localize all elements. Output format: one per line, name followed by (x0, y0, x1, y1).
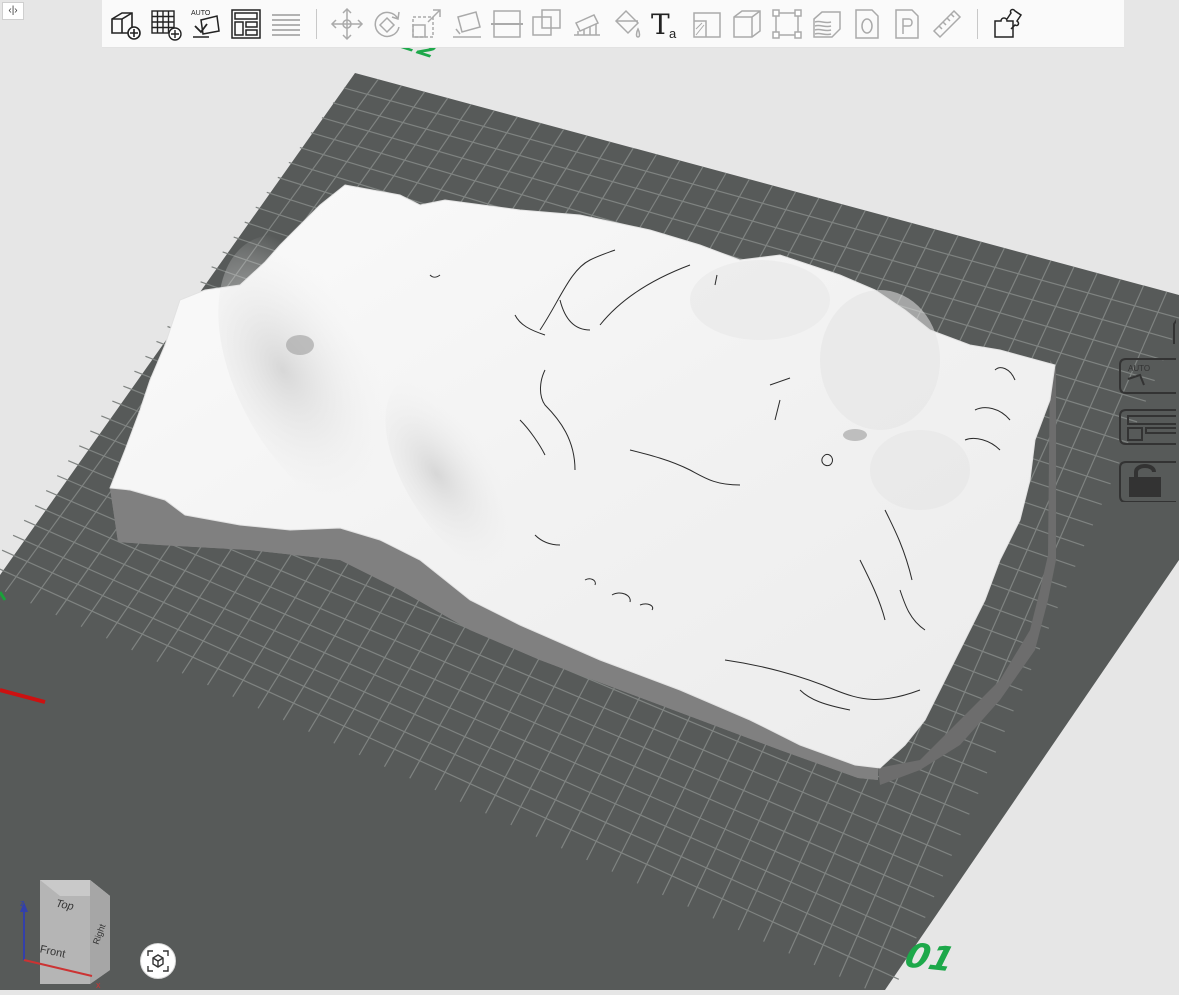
svg-text:AUTO: AUTO (1128, 364, 1150, 373)
side-toolbar: AUTO (1108, 310, 1179, 520)
assembly-button[interactable] (988, 2, 1028, 46)
scale-button[interactable] (407, 2, 447, 46)
side-layout-icon (1119, 409, 1179, 445)
fit-view-button[interactable] (140, 943, 176, 979)
side-layout-button[interactable] (1116, 406, 1179, 448)
plate-p-button[interactable] (887, 2, 927, 46)
svg-text:T: T (651, 8, 670, 41)
plate-layers-button[interactable] (266, 2, 306, 46)
support-paint-button[interactable] (567, 2, 607, 46)
support-paint-icon (574, 13, 600, 36)
move-button[interactable] (327, 2, 367, 46)
emboss-icon (693, 11, 721, 38)
x-axis-label: x (96, 980, 101, 990)
fit-view-icon (147, 950, 169, 972)
bounding-box-button[interactable] (767, 2, 807, 46)
3d-viewport[interactable]: 12 01 (0, 0, 1179, 990)
svg-text:AUTO: AUTO (191, 10, 211, 17)
paint-bucket-icon (614, 9, 641, 38)
side-auto-arrange-icon: AUTO (1119, 358, 1179, 394)
arrange-layout-button[interactable] (226, 2, 266, 46)
text-icon: T a (651, 8, 677, 41)
puzzle-icon (994, 8, 1023, 38)
lock-icon (1119, 461, 1179, 503)
add-plate-icon (151, 9, 182, 41)
cut-button[interactable] (487, 2, 527, 46)
bounding-box-icon (772, 8, 802, 39)
scale-icon (412, 8, 441, 38)
add-plate-button[interactable] (146, 2, 186, 46)
side-cube-icon (1173, 317, 1179, 344)
rotate-icon (374, 11, 400, 37)
measure-button[interactable] (927, 2, 967, 46)
plate-o-icon (855, 8, 879, 39)
plate-p-icon (895, 8, 919, 39)
plate-o-button[interactable] (847, 2, 887, 46)
fill-layers-button[interactable] (807, 2, 847, 46)
side-lock-button[interactable] (1116, 460, 1179, 503)
build-plate-scene (0, 73, 1179, 990)
move-icon (330, 7, 364, 40)
auto-arrange-button[interactable]: AUTO (186, 2, 226, 46)
cut-icon (491, 9, 523, 38)
svg-text:a: a (669, 26, 677, 41)
side-auto-arrange-button[interactable]: AUTO (1116, 355, 1179, 397)
add-cube-icon (111, 11, 141, 40)
toolbar-separator (977, 8, 978, 39)
cube-primitive-button[interactable] (727, 2, 767, 46)
boolean-button[interactable] (527, 2, 567, 46)
view-cube[interactable]: Top Front Right z x (18, 872, 118, 990)
emboss-button[interactable] (687, 2, 727, 46)
lay-flat-icon (453, 10, 481, 38)
lay-flat-button[interactable] (447, 2, 487, 46)
rotate-button[interactable] (367, 2, 407, 46)
ruler-icon (932, 9, 962, 38)
z-axis-label: z (20, 898, 25, 908)
auto-arrange-icon: AUTO (191, 10, 220, 38)
collapse-toggle-button[interactable]: ‹|› (2, 2, 24, 20)
side-tool-button[interactable] (1116, 310, 1179, 352)
boolean-icon (532, 8, 561, 36)
layers-icon (272, 13, 300, 36)
text-tool-button[interactable]: T a (647, 2, 687, 46)
toolbar-separator (316, 8, 317, 39)
fill-layers-icon (813, 10, 841, 38)
color-paint-button[interactable] (607, 2, 647, 46)
view-cube-graphic: Top Front Right z x (20, 880, 110, 990)
main-toolbar: AUTO T a (102, 0, 1124, 48)
cube-icon (733, 9, 761, 38)
layout-icon (231, 8, 261, 39)
add-object-button[interactable] (106, 2, 146, 46)
